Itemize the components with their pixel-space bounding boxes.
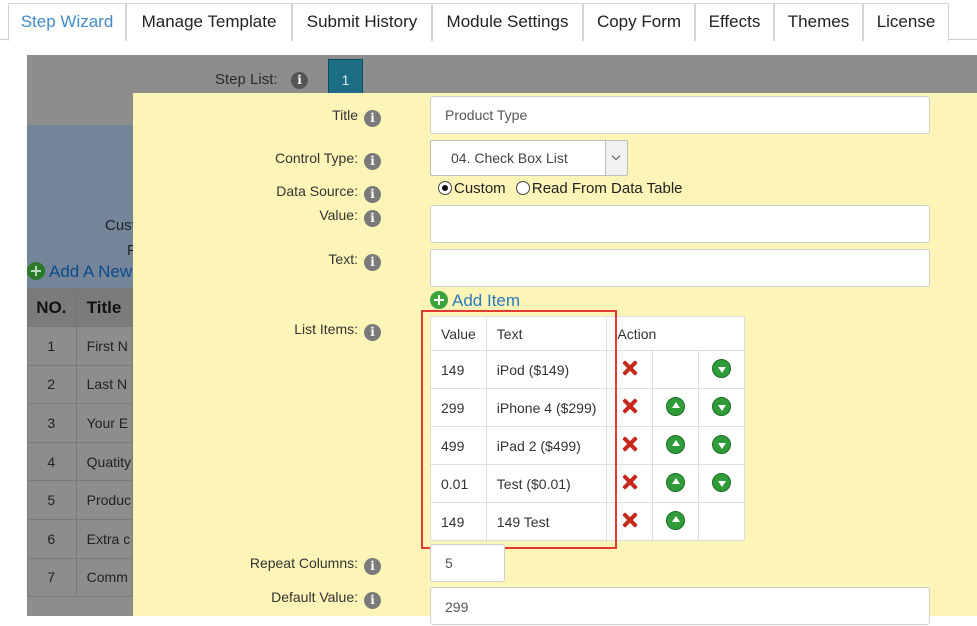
value-label: Value: i bbox=[133, 207, 381, 227]
table-row[interactable]: 2 Last N bbox=[27, 364, 134, 405]
column-header-no: NO. bbox=[27, 288, 77, 327]
tab-license[interactable]: License bbox=[863, 3, 949, 41]
info-icon[interactable]: i bbox=[364, 210, 381, 227]
data-source-label: Data Source: i bbox=[133, 183, 381, 203]
highlight-box bbox=[421, 310, 617, 549]
delete-icon[interactable] bbox=[621, 511, 639, 529]
delete-icon[interactable] bbox=[621, 397, 639, 415]
data-source-radio-group: Custom Read From Data Table bbox=[438, 180, 683, 197]
info-icon[interactable]: i bbox=[364, 324, 381, 341]
tab-submit-history[interactable]: Submit History bbox=[292, 3, 432, 41]
text-input[interactable] bbox=[430, 249, 930, 287]
info-icon: i bbox=[285, 69, 308, 89]
title-label: Title i bbox=[133, 107, 381, 127]
tab-effects[interactable]: Effects bbox=[695, 3, 774, 41]
steps-table: NO. Title 1 First N 2 Last N 3 Your E 4 Quat… bbox=[27, 288, 134, 598]
tab-step-wizard[interactable]: Step Wizard bbox=[8, 3, 126, 41]
add-item-link[interactable]: Add Item bbox=[430, 291, 520, 311]
add-icon bbox=[430, 291, 448, 309]
info-icon[interactable]: i bbox=[364, 110, 381, 127]
tab-copy-form[interactable]: Copy Form bbox=[583, 3, 695, 41]
tab-bar: Step Wizard Manage Template Submit Histo… bbox=[0, 0, 977, 41]
info-icon[interactable]: i bbox=[364, 558, 381, 575]
field-edit-panel: Title i Product Type Control Type: i 04. C… bbox=[133, 93, 977, 625]
delete-icon[interactable] bbox=[621, 473, 639, 491]
column-header-title: Title bbox=[75, 288, 134, 327]
move-down-icon[interactable] bbox=[712, 358, 732, 378]
step-list-label: Step List: bbox=[215, 71, 278, 88]
move-down-icon[interactable] bbox=[712, 472, 732, 492]
info-icon[interactable]: i bbox=[364, 153, 381, 170]
delete-icon[interactable] bbox=[621, 435, 639, 453]
table-row[interactable]: 6 Extra c bbox=[27, 518, 134, 559]
control-type-label: Control Type: i bbox=[133, 150, 381, 170]
move-up-icon[interactable] bbox=[666, 434, 686, 454]
tab-module-settings[interactable]: Module Settings bbox=[432, 3, 583, 41]
chevron-down-icon bbox=[605, 141, 627, 175]
list-items-label: List Items: i bbox=[133, 321, 381, 341]
repeat-columns-input[interactable]: 5 bbox=[430, 544, 505, 582]
move-down-icon[interactable] bbox=[712, 396, 732, 416]
tab-manage-template[interactable]: Manage Template bbox=[126, 3, 292, 41]
table-row[interactable]: 5 Produc bbox=[27, 480, 134, 520]
default-value-input[interactable]: 299 bbox=[430, 587, 930, 625]
column-header-action: Action bbox=[606, 316, 746, 351]
table-row[interactable]: 4 Quatity bbox=[27, 441, 134, 482]
tab-themes[interactable]: Themes bbox=[774, 3, 863, 41]
table-row[interactable]: 3 Your E bbox=[27, 403, 134, 443]
data-source-custom-radio[interactable] bbox=[438, 181, 452, 195]
delete-icon[interactable] bbox=[621, 359, 639, 377]
move-up-icon[interactable] bbox=[666, 510, 686, 530]
info-icon[interactable]: i bbox=[364, 186, 381, 203]
repeat-columns-label: Repeat Columns: i bbox=[133, 555, 381, 575]
table-row[interactable]: 7 Comm bbox=[27, 557, 134, 598]
add-new-link[interactable]: Add A New bbox=[27, 262, 132, 282]
value-input[interactable] bbox=[430, 205, 930, 243]
data-source-table-radio[interactable] bbox=[515, 181, 530, 195]
table-row[interactable]: 1 First N bbox=[27, 326, 134, 366]
title-input[interactable]: Product Type bbox=[430, 96, 930, 134]
text-label: Text: i bbox=[133, 251, 381, 271]
move-up-icon[interactable] bbox=[666, 472, 686, 492]
default-value-label: Default Value: i bbox=[133, 589, 381, 609]
move-down-icon[interactable] bbox=[712, 434, 732, 454]
add-icon bbox=[27, 262, 45, 280]
info-icon[interactable]: i bbox=[364, 254, 381, 271]
background-label: Cust bbox=[105, 217, 136, 234]
info-icon[interactable]: i bbox=[364, 592, 381, 609]
move-up-icon[interactable] bbox=[666, 396, 686, 416]
control-type-select[interactable]: 04. Check Box List bbox=[430, 140, 628, 176]
